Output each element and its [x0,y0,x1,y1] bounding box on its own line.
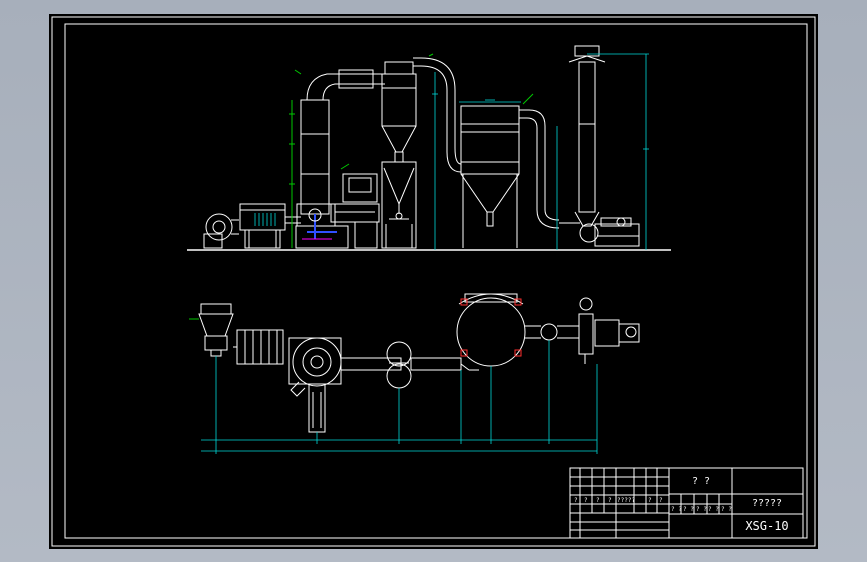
plan-view [189,293,640,454]
plan-exhaust-fan [578,297,640,364]
exhaust-chimney [568,45,649,250]
tb-cell: ? [584,497,588,504]
tb-cell: ? [574,497,578,504]
title-label-a: ? ? [692,476,710,487]
tb-cell: ? ? [696,506,707,513]
tb-cell: ? [608,497,612,504]
tb-cell: ? ? [708,506,719,513]
inner-frame [64,23,808,539]
drawing-sheet: ? ? ????? XSG-10 ? ? ? ? ????? ? ? ? ? ?… [49,14,818,549]
cad-viewport[interactable]: ? ? ????? XSG-10 ? ? ? ? ????? ? ? ? ? ?… [0,0,867,562]
exhaust-fan [559,217,640,247]
tb-cell: ? [648,497,652,504]
plan-feed-hopper [189,303,234,357]
plan-duct [340,341,462,389]
plan-dimension-chain [201,340,598,454]
title-block-row1: ? ? ? ? ????? ? ? [574,497,663,504]
tb-cell: ? ? [671,506,682,513]
tb-cell: ? [659,497,663,504]
inlet-blower [203,213,239,249]
elevation-view [187,45,671,251]
title-label-b: ????? [752,498,782,509]
cyclone-separator [381,61,417,249]
drying-tower [289,99,349,249]
duct-to-filter [413,53,462,250]
bag-filter [459,93,560,250]
title-block-row2: ? ? ? ? ? ? ? ? ? ? [671,506,732,513]
tb-cell: ? ? [721,506,732,513]
plan-heater [233,329,284,365]
tb-cell: ? ? [683,506,694,513]
screw-feeder [330,163,380,249]
tb-cell: ????? [617,497,635,504]
drawing-canvas: ? ? ????? XSG-10 ? ? ? ? ????? ? ? ? ? ?… [51,16,816,547]
plan-drying-chamber [288,337,342,433]
tb-cell: ? [596,497,600,504]
plan-bag-filter [456,293,579,371]
drawing-number: XSG-10 [745,519,788,533]
hot-air-duct [294,69,385,101]
outer-frame [51,16,816,547]
